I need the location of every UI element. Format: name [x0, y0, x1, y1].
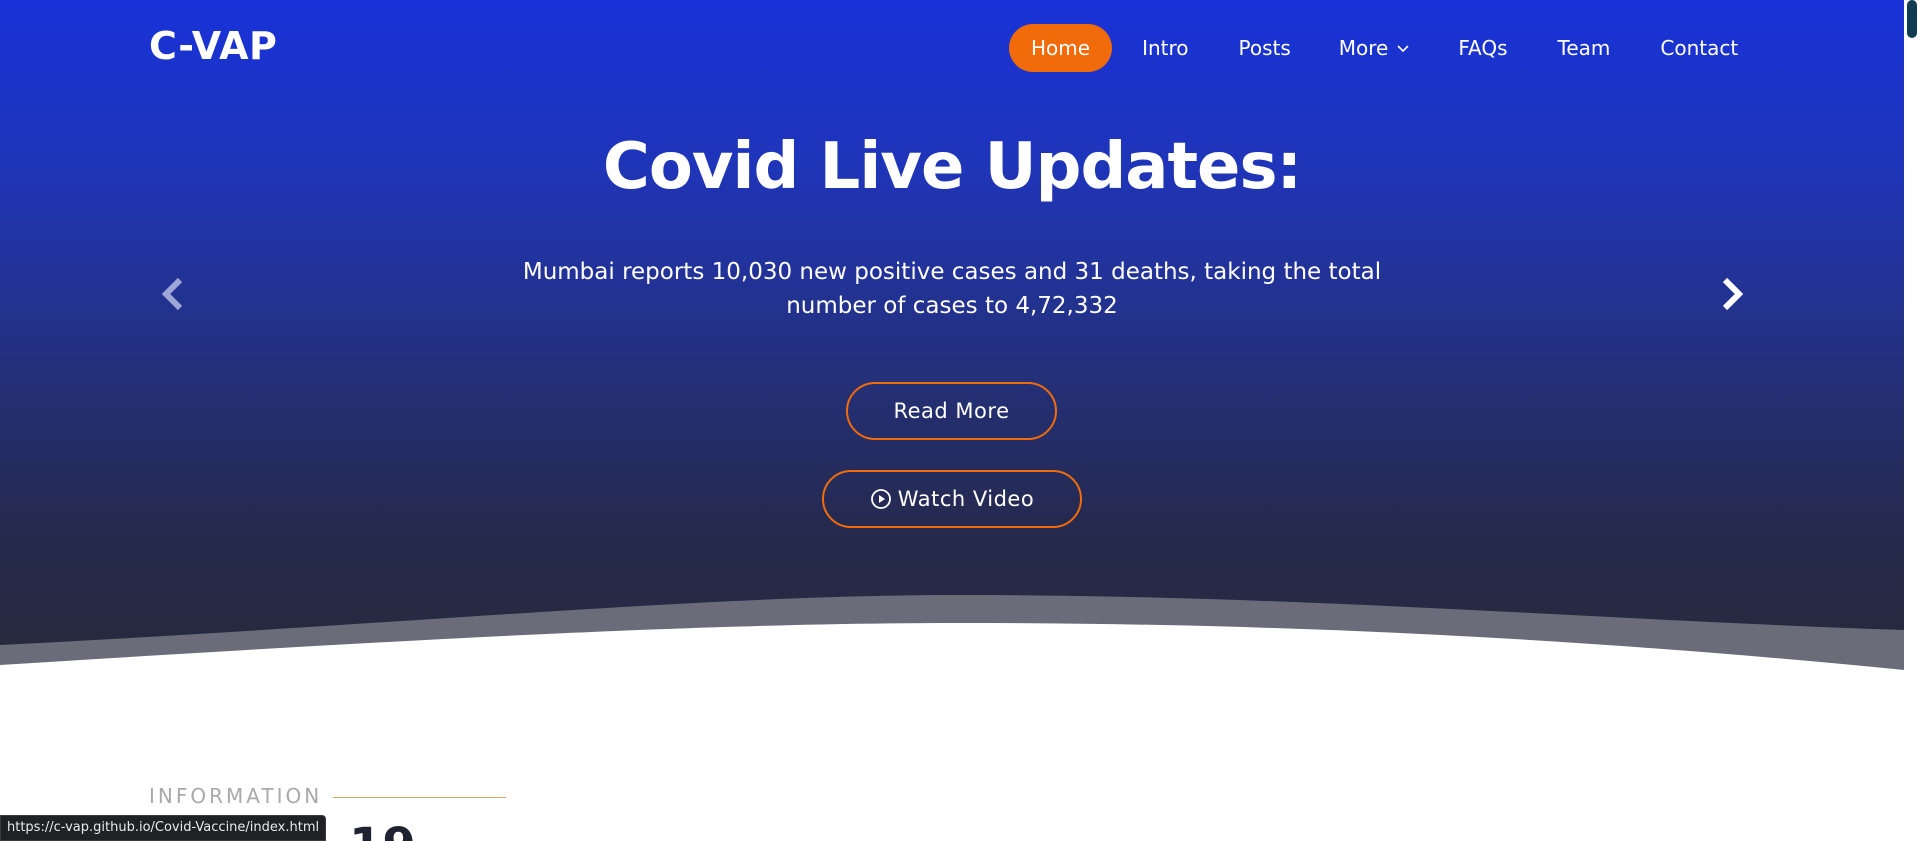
hero-subtitle: Mumbai reports 10,030 new positive cases…: [522, 259, 1382, 319]
nav-label: FAQs: [1458, 36, 1508, 60]
status-bar-url: https://c-vap.github.io/Covid-Vaccine/in…: [0, 815, 326, 841]
nav-label: Contact: [1660, 36, 1739, 60]
hero-wave-divider: [0, 595, 1904, 676]
nav-label: Posts: [1238, 36, 1291, 60]
nav-item-team[interactable]: Team: [1558, 24, 1611, 72]
chevron-left-icon[interactable]: [156, 274, 190, 314]
nav-label: Team: [1557, 36, 1611, 60]
nav-label: Intro: [1142, 36, 1189, 60]
section-heading: 19: [349, 818, 416, 841]
nav-item-contact[interactable]: Contact: [1660, 24, 1738, 72]
watch-video-label: Watch Video: [897, 487, 1035, 511]
chevron-down-icon: [1397, 45, 1409, 53]
nav-item-posts[interactable]: Posts: [1239, 24, 1291, 72]
play-circle-icon: [870, 489, 891, 509]
nav-item-faqs[interactable]: FAQs: [1458, 24, 1507, 72]
read-more-button[interactable]: Read More: [846, 382, 1057, 440]
watch-video-button[interactable]: Watch Video: [822, 470, 1082, 528]
section-divider: [333, 797, 506, 798]
hero-carousel: C-VAP Home Intro Posts More FAQs Team Co…: [0, 0, 1904, 676]
main-nav: Home Intro Posts More FAQs Team Contact: [1009, 24, 1738, 72]
site-logo[interactable]: C-VAP: [149, 24, 277, 68]
chevron-right-icon[interactable]: [1715, 274, 1749, 314]
page-scrollbar[interactable]: [1904, 0, 1920, 841]
read-more-label: Read More: [893, 399, 1010, 423]
hero-title: Covid Live Updates:: [602, 130, 1302, 204]
nav-label: More: [1338, 36, 1389, 60]
nav-item-home[interactable]: Home: [1009, 24, 1113, 72]
section-tag: INFORMATION: [149, 784, 323, 808]
nav-item-intro[interactable]: Intro: [1142, 24, 1188, 72]
nav-item-more[interactable]: More: [1339, 24, 1411, 72]
nav-label: Home: [1031, 36, 1091, 60]
scrollbar-thumb[interactable]: [1907, 0, 1917, 38]
